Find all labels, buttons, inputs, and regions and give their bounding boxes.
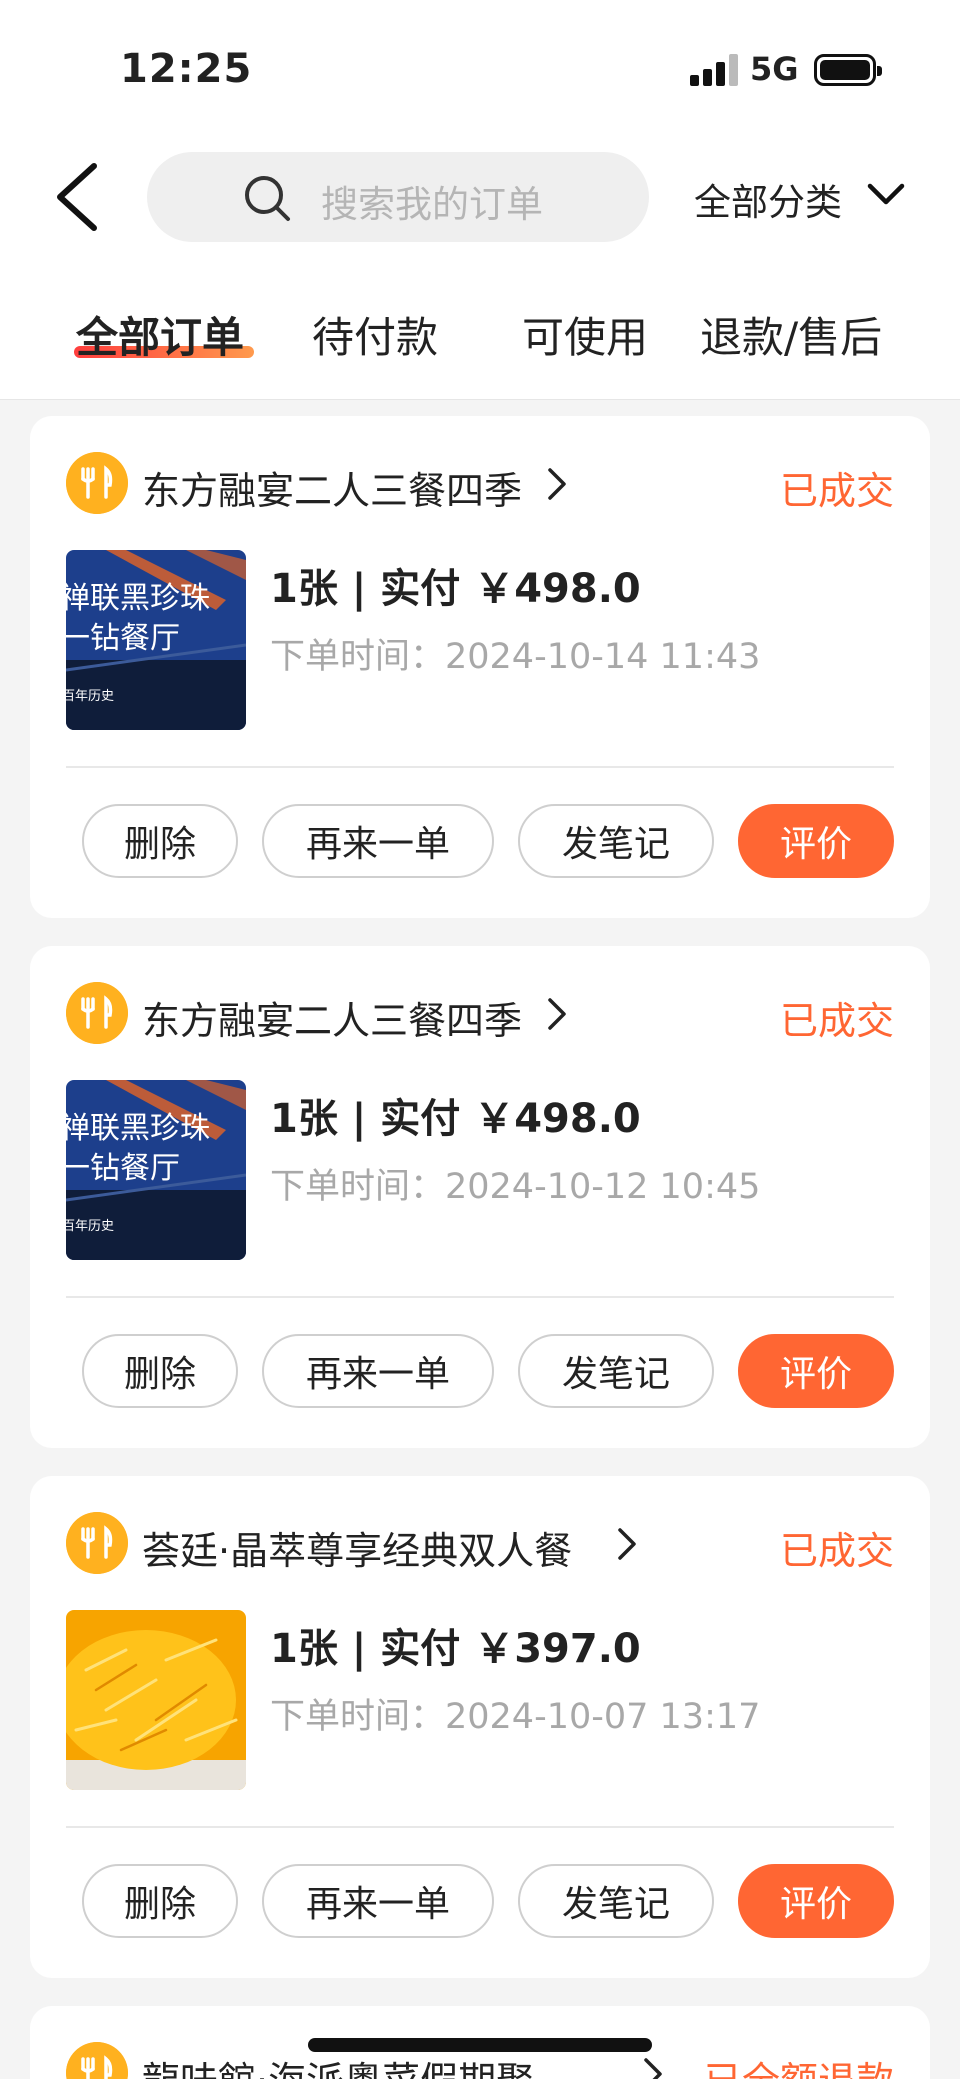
tab-pending-payment[interactable]: 待付款 (312, 304, 438, 365)
chevron-right-icon[interactable] (642, 2056, 664, 2079)
search-placeholder: 搜索我的订单 (321, 183, 543, 226)
reorder-button[interactable]: 再来一单 (262, 1334, 494, 1408)
write-note-button[interactable]: 发笔记 (518, 804, 714, 878)
battery-icon (814, 54, 882, 86)
restaurant-icon (66, 2042, 128, 2079)
review-button[interactable]: 评价 (738, 804, 894, 878)
order-time: 下单时间：2024-10-14 11:43 (270, 637, 761, 677)
order-price: 1张 | 实付 ￥397.0 (270, 1626, 641, 1672)
chevron-down-icon[interactable] (866, 180, 906, 210)
write-note-button[interactable]: 发笔记 (518, 1334, 714, 1408)
chevron-right-icon[interactable] (616, 1526, 638, 1562)
shop-name[interactable]: 龍味館·海派粵菜假期聚 (142, 2050, 534, 2079)
back-icon[interactable] (52, 162, 102, 232)
delete-button[interactable]: 删除 (82, 1864, 238, 1938)
thumb-text-line1: 禅联黑珍珠 (66, 581, 210, 616)
order-status: 已成交 (779, 1529, 894, 1573)
review-button[interactable]: 评价 (738, 1864, 894, 1938)
tab-all-orders[interactable]: 全部订单 (76, 304, 244, 365)
delete-button[interactable]: 删除 (82, 804, 238, 878)
chevron-right-icon[interactable] (546, 996, 568, 1032)
home-indicator[interactable] (308, 2038, 652, 2052)
card-divider (66, 766, 894, 768)
status-time: 12:25 (120, 46, 253, 92)
shop-name[interactable]: 荟廷·晶萃尊享经典双人餐 (142, 1520, 572, 1575)
restaurant-icon (66, 982, 128, 1044)
reorder-button[interactable]: 再来一单 (262, 804, 494, 878)
thumb-text-line2: 一钻餐厅 (66, 621, 180, 656)
thumb-text-line1: 禅联黑珍珠 (66, 1111, 210, 1146)
order-status: 已成交 (779, 469, 894, 513)
reorder-button[interactable]: 再来一单 (262, 1864, 494, 1938)
order-card[interactable]: 荟廷·晶萃尊享经典双人餐 已成交 1张 | 实付 ￥397.0 下单时间：202… (30, 1476, 930, 1978)
product-thumbnail[interactable] (66, 1610, 246, 1790)
product-thumbnail[interactable]: 禅联黑珍珠 一钻餐厅 百年历史 (66, 550, 246, 730)
order-time: 下单时间：2024-10-12 10:45 (270, 1167, 761, 1207)
order-time: 下单时间：2024-10-07 13:17 (270, 1697, 761, 1737)
chevron-right-icon[interactable] (546, 466, 568, 502)
order-card[interactable]: 东方融宴二人三餐四季 已成交 禅联黑珍珠 一钻餐厅 百年历史 1张 | 实付 ￥… (30, 416, 930, 918)
search-icon (245, 176, 290, 221)
order-card[interactable]: 东方融宴二人三餐四季 已成交 禅联黑珍珠 一钻餐厅 百年历史 1张 | 实付 ￥… (30, 946, 930, 1448)
order-price: 1张 | 实付 ￥498.0 (270, 566, 641, 612)
order-status: 已成交 (779, 999, 894, 1043)
search-input[interactable]: 搜索我的订单 (147, 152, 649, 242)
card-divider (66, 1826, 894, 1828)
thumb-text-line3: 百年历史 (66, 1219, 114, 1234)
tab-refund-aftersale[interactable]: 退款/售后 (700, 304, 882, 365)
order-status: 已全额退款 (704, 2050, 894, 2079)
shop-name[interactable]: 东方融宴二人三餐四季 (142, 990, 522, 1045)
delete-button[interactable]: 删除 (82, 1334, 238, 1408)
thumb-text-line2: 一钻餐厅 (66, 1151, 180, 1186)
category-dropdown[interactable]: 全部分类 (694, 172, 842, 226)
thumb-text-line3: 百年历史 (66, 689, 114, 704)
top-bar: 12:25 5G 搜索我的订单 全部分类 全部订单 待付款 可使用 退款/售后 (0, 0, 960, 400)
review-button[interactable]: 评价 (738, 1334, 894, 1408)
shop-name[interactable]: 东方融宴二人三餐四季 (142, 460, 522, 515)
write-note-button[interactable]: 发笔记 (518, 1864, 714, 1938)
signal-icon (690, 54, 738, 86)
network-label: 5G (750, 50, 799, 88)
restaurant-icon (66, 452, 128, 514)
restaurant-icon (66, 1512, 128, 1574)
product-thumbnail[interactable]: 禅联黑珍珠 一钻餐厅 百年历史 (66, 1080, 246, 1260)
tab-usable[interactable]: 可使用 (522, 304, 648, 365)
card-divider (66, 1296, 894, 1298)
order-price: 1张 | 实付 ￥498.0 (270, 1096, 641, 1142)
